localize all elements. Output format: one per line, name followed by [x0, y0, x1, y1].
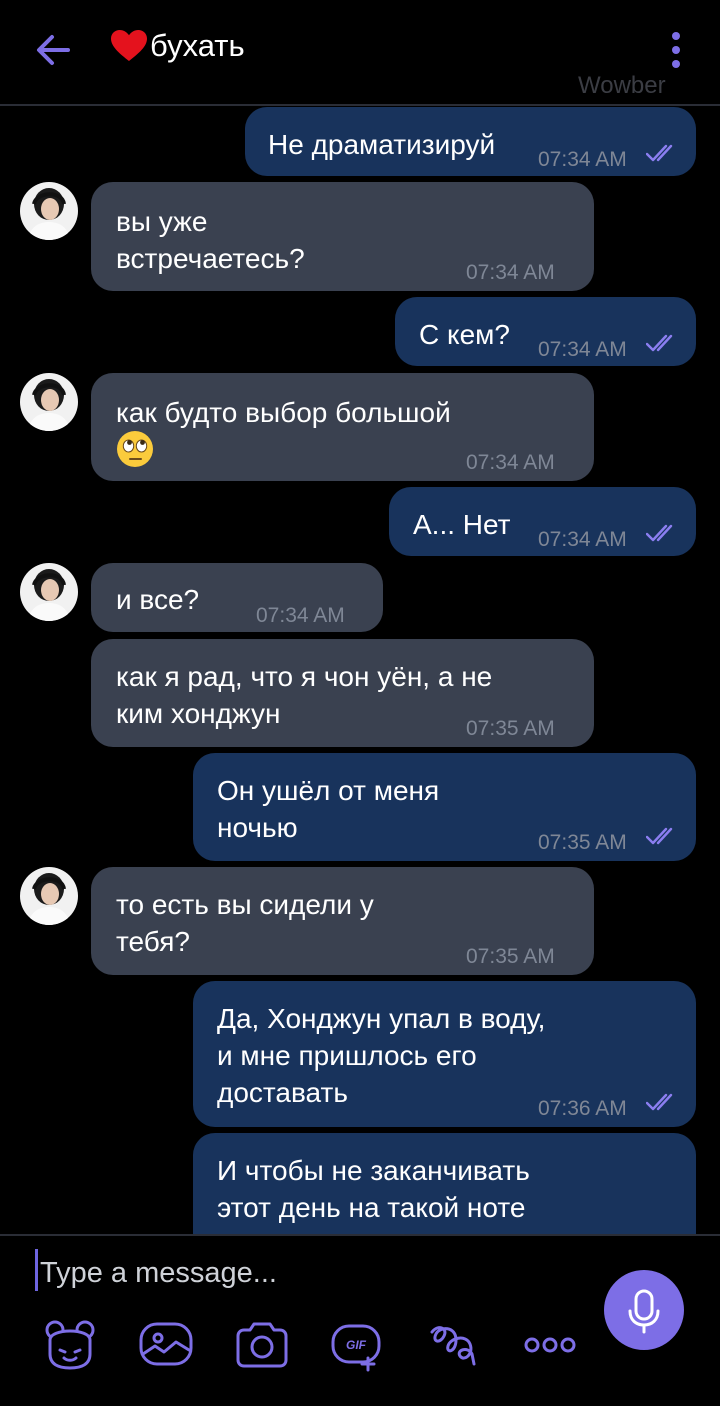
message-text: Он ушёл от меня ночью — [217, 775, 440, 843]
message-time: 07:34 AM — [466, 451, 555, 474]
message-text: Да, Хонджун упал в воду, и мне пришлось … — [217, 1003, 546, 1108]
message-text: вы уже встречаетесь? — [116, 206, 305, 274]
chat-title-text: бухать — [150, 28, 245, 63]
message-time: 07:34 AM — [256, 604, 345, 627]
message-text: Не драматизируй — [268, 129, 496, 160]
message-input[interactable] — [38, 1252, 582, 1294]
chat-header: бухать Wowber — [0, 0, 720, 106]
camera-icon[interactable] — [234, 1318, 290, 1372]
read-checkmarks-icon — [646, 827, 673, 845]
watermark: Wowber — [578, 72, 666, 99]
message-bubble-incoming[interactable]: как я рад, что я чон уён, а не ким хондж… — [91, 639, 594, 747]
read-checkmarks-icon — [646, 144, 673, 162]
message-bubble-incoming[interactable]: вы уже встречаетесь? 07:34 AM — [91, 182, 594, 291]
microphone-button[interactable] — [604, 1270, 684, 1350]
message-bubble-outgoing[interactable]: Да, Хонджун упал в воду, и мне пришлось … — [193, 981, 696, 1127]
doodle-icon[interactable] — [426, 1318, 482, 1372]
avatar[interactable] — [20, 563, 78, 621]
message-time: 07:34 AM — [538, 338, 627, 361]
message-bubble-outgoing[interactable]: Не драматизируй 07:34 AM — [245, 107, 696, 176]
message-text: А... Нет — [413, 509, 511, 540]
gif-icon[interactable]: GIF — [330, 1318, 386, 1372]
avatar-image — [20, 373, 78, 431]
message-text: как я рад, что я чон уён, а не ким хондж… — [116, 661, 493, 729]
sticker-icon[interactable] — [42, 1318, 98, 1372]
message-bubble-outgoing[interactable]: Он ушёл от меня ночью 07:35 AM — [193, 753, 696, 861]
svg-text:GIF: GIF — [346, 1338, 367, 1352]
message-text: и все? — [116, 584, 200, 615]
message-bubble-incoming[interactable]: то есть вы сидели у тебя? 07:35 AM — [91, 867, 594, 975]
avatar-image — [20, 563, 78, 621]
message-text: С кем? — [419, 319, 510, 350]
microphone-icon — [628, 1289, 660, 1334]
read-checkmarks-icon — [646, 1093, 673, 1111]
more-options-icon[interactable] — [664, 30, 688, 70]
heart-icon — [111, 30, 147, 61]
message-time: 07:35 AM — [466, 945, 555, 968]
message-bubble-incoming[interactable]: и все? 07:34 AM — [91, 563, 383, 632]
face-with-rolling-eyes-emoji — [117, 431, 153, 467]
image-icon[interactable] — [138, 1318, 194, 1372]
avatar[interactable] — [20, 373, 78, 431]
message-text: как будто выбор большой — [116, 397, 451, 428]
back-arrow-icon[interactable] — [32, 28, 76, 72]
read-checkmarks-icon — [646, 524, 673, 542]
message-bubble-incoming[interactable]: как будто выбор большой 07:34 AM — [91, 373, 594, 481]
message-time: 07:35 AM — [538, 831, 627, 854]
message-time: 07:34 AM — [466, 261, 555, 284]
avatar-image — [20, 182, 78, 240]
message-bubble-outgoing[interactable]: А... Нет 07:34 AM — [389, 487, 696, 556]
message-time: 07:35 AM — [466, 717, 555, 740]
avatar-image — [20, 867, 78, 925]
more-icon[interactable] — [522, 1318, 578, 1372]
message-time: 07:36 AM — [538, 1097, 627, 1120]
message-time: 07:34 AM — [538, 528, 627, 551]
chat-title[interactable]: бухать — [110, 28, 245, 64]
message-text: И чтобы не заканчивать этот день на тако… — [217, 1155, 530, 1223]
message-time: 07:34 AM — [538, 148, 627, 171]
avatar[interactable] — [20, 867, 78, 925]
message-text: то есть вы сидели у тебя? — [116, 889, 374, 957]
message-bubble-outgoing[interactable]: С кем? 07:34 AM — [395, 297, 696, 366]
read-checkmarks-icon — [646, 334, 673, 352]
avatar[interactable] — [20, 182, 78, 240]
